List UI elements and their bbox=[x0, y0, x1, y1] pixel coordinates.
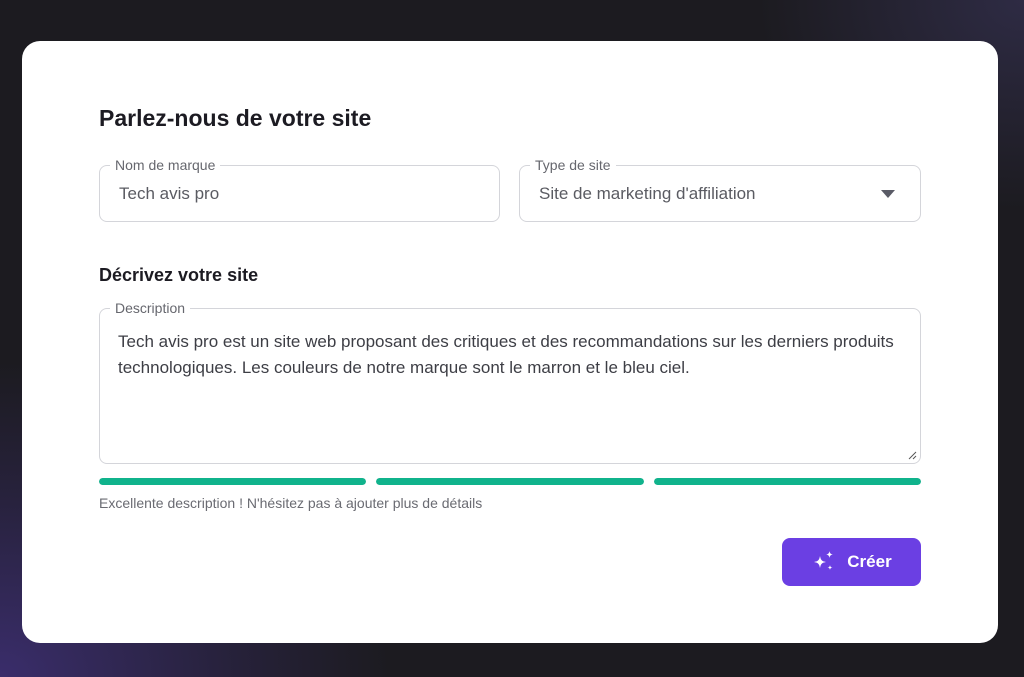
quality-segment-fill bbox=[99, 478, 367, 485]
site-type-value[interactable]: Site de marketing d'affiliation bbox=[539, 183, 756, 205]
quality-segment-fill bbox=[376, 478, 644, 485]
description-value[interactable]: Tech avis pro est un site web proposant … bbox=[118, 329, 894, 381]
description-textarea[interactable]: Description Tech avis pro est un site we… bbox=[99, 299, 921, 464]
create-button-label: Créer bbox=[847, 552, 892, 571]
form-title: Parlez-nous de votre site bbox=[99, 105, 372, 131]
sparkle-icon bbox=[814, 551, 834, 570]
quality-segment bbox=[653, 478, 921, 485]
site-type-label: Type de site bbox=[530, 156, 616, 174]
brand-name-label: Nom de marque bbox=[110, 156, 221, 174]
description-hint: Excellente description ! N'hésitez pas à… bbox=[99, 495, 483, 511]
chevron-down-icon[interactable] bbox=[881, 190, 895, 198]
quality-segment-fill bbox=[653, 478, 921, 485]
brand-name-field[interactable]: Nom de marque Tech avis pro bbox=[99, 156, 500, 222]
create-button[interactable]: Créer bbox=[782, 538, 921, 586]
site-type-select[interactable]: Type de site Site de marketing d'affilia… bbox=[519, 156, 921, 222]
quality-segment bbox=[376, 478, 644, 485]
description-label: Description bbox=[110, 299, 191, 317]
describe-heading: Décrivez votre site bbox=[99, 265, 259, 285]
site-form-card: Parlez-nous de votre site Nom de marque … bbox=[22, 41, 998, 643]
quality-segment bbox=[99, 478, 367, 485]
resize-handle-icon[interactable] bbox=[908, 451, 917, 460]
brand-name-value[interactable]: Tech avis pro bbox=[119, 183, 219, 205]
description-quality-meter bbox=[99, 478, 921, 486]
